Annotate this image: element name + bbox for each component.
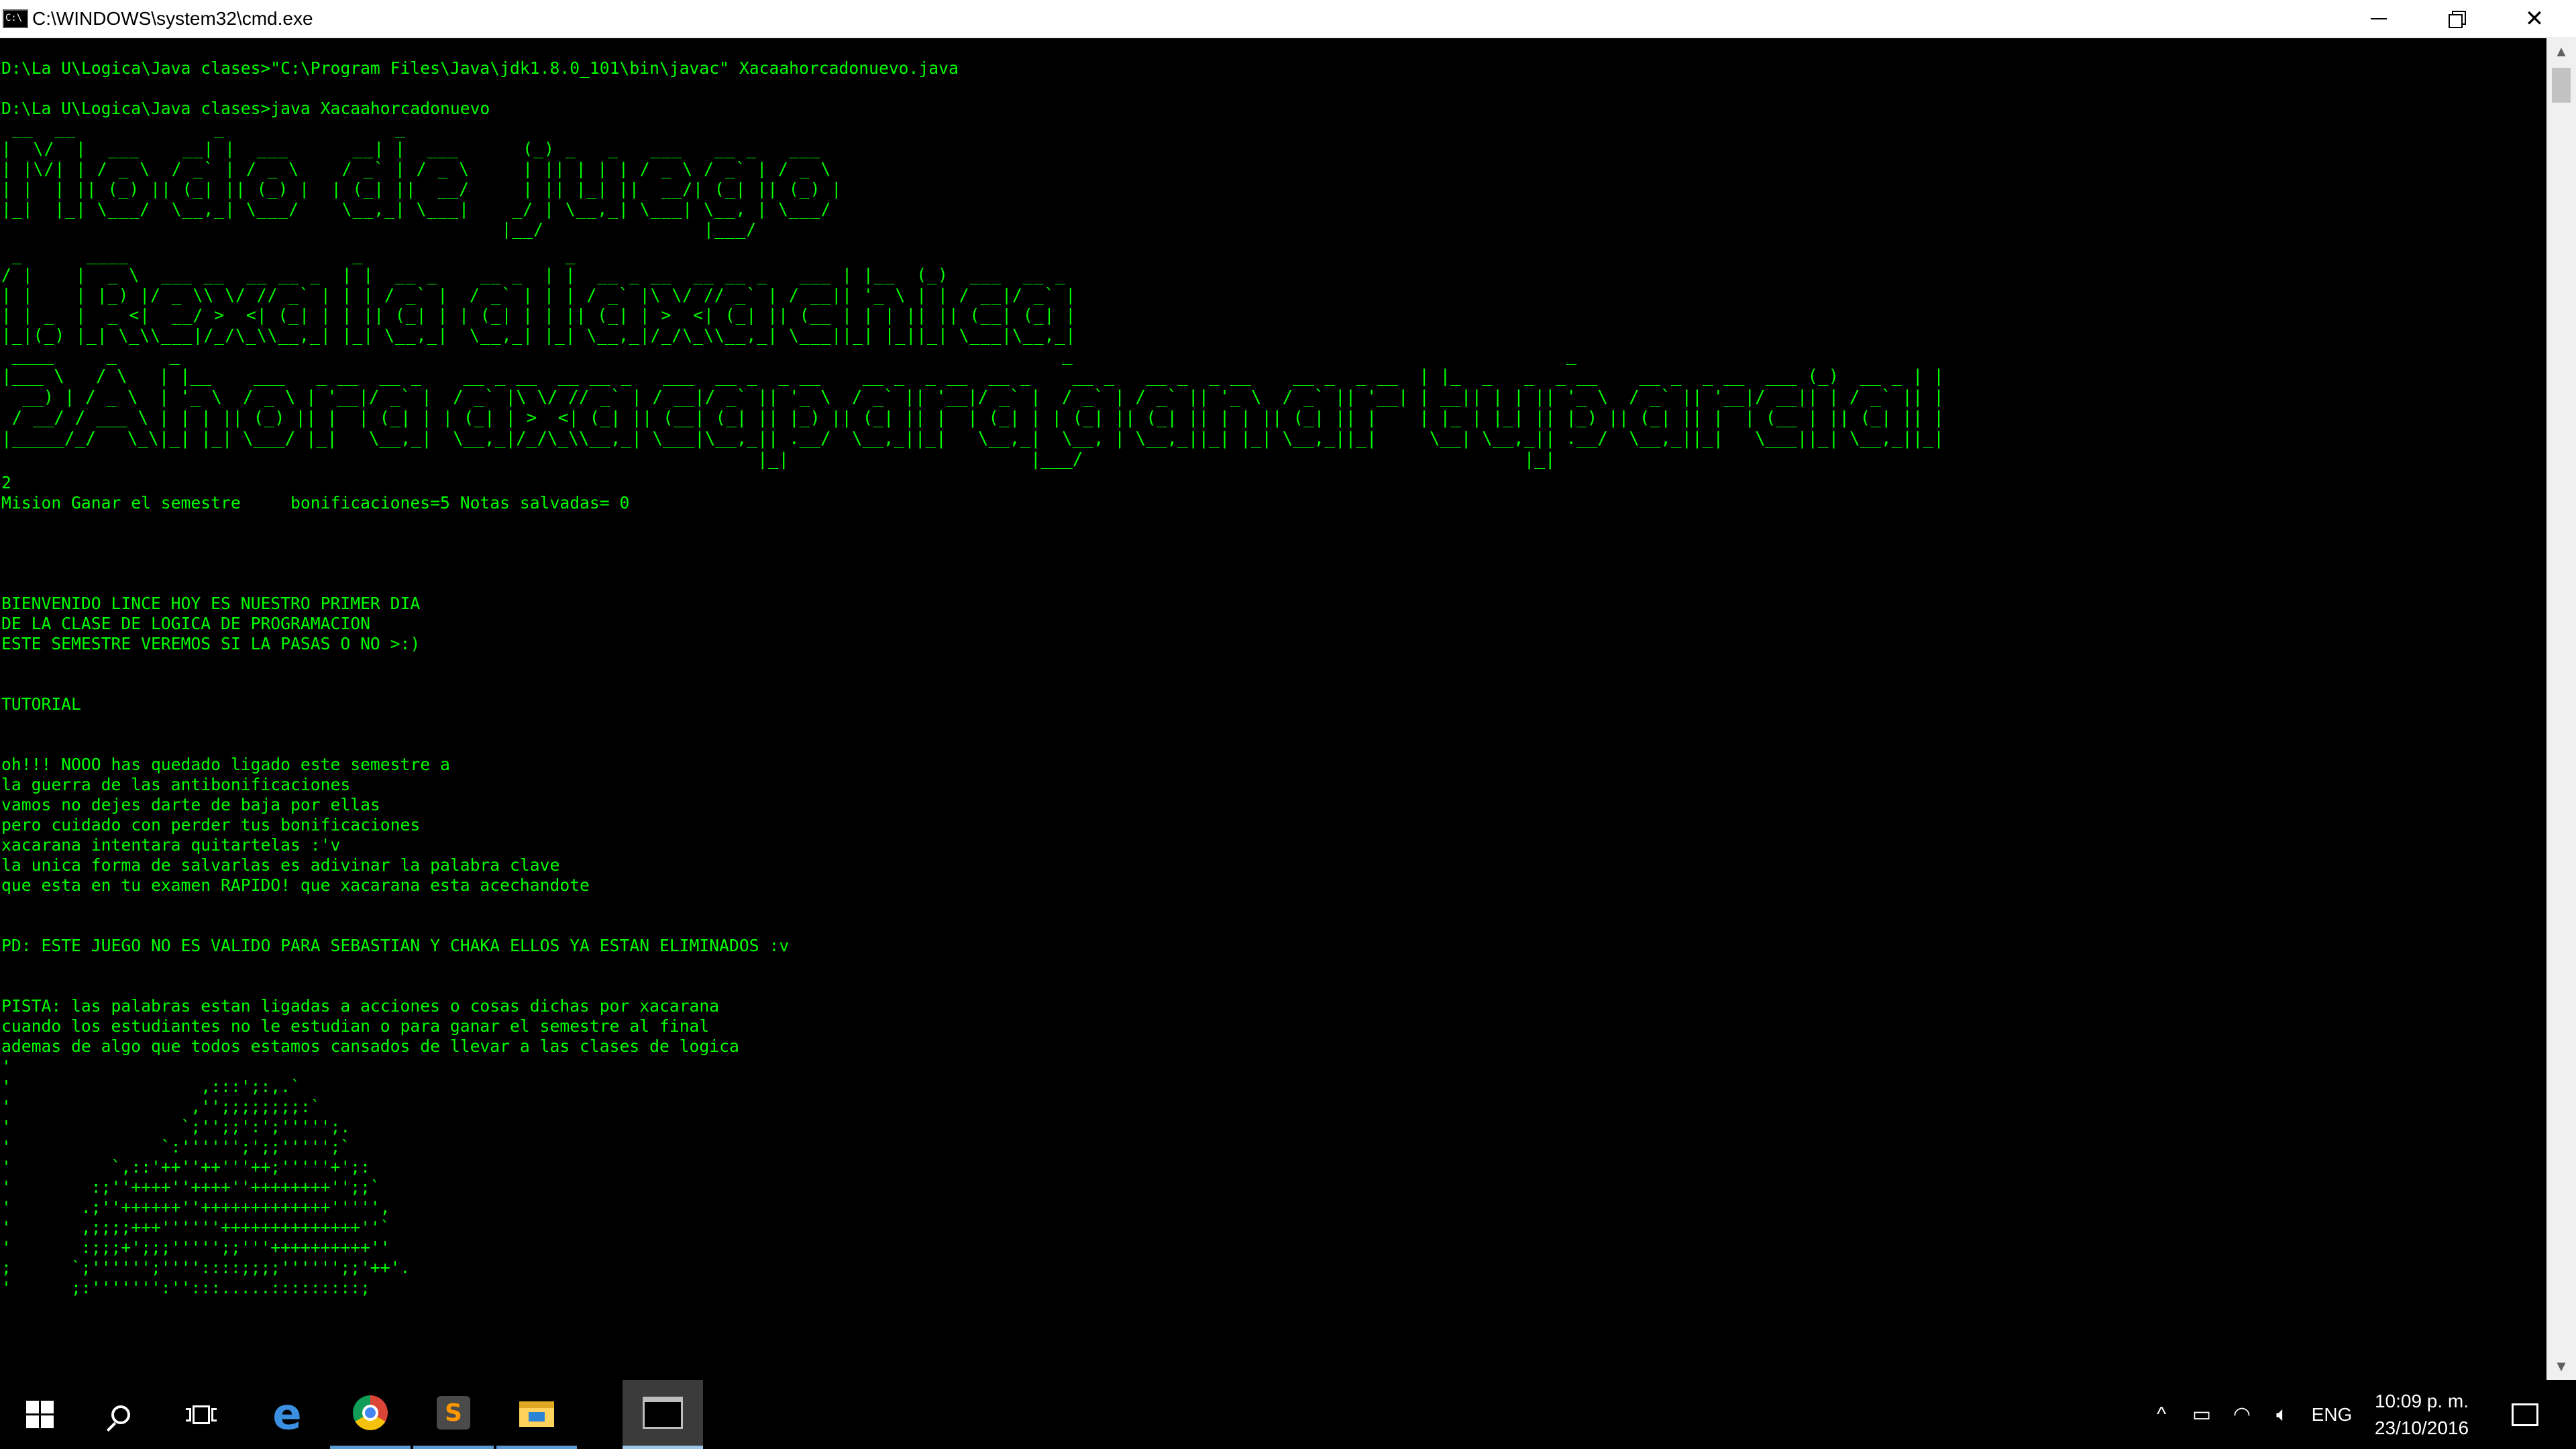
- close-icon: ✕: [2524, 5, 2544, 32]
- clock[interactable]: 10:09 p. m. 23/10/2016: [2361, 1388, 2482, 1442]
- network-button[interactable]: ◠: [2222, 1380, 2262, 1449]
- chevron-up-icon: ^: [2156, 1403, 2167, 1426]
- windows-logo-icon: [26, 1400, 54, 1429]
- chevron-down-icon: ▼: [2554, 1358, 2569, 1375]
- taskbar: e S ^ ▭ ◠ 🔈︎ ENG 10:09 p. m. 23/10/2016: [0, 1380, 2576, 1449]
- close-button[interactable]: ✕: [2496, 0, 2573, 38]
- wifi-icon: ◠: [2233, 1403, 2251, 1426]
- console-ascii-art: ' ' ,:::';:,.` ' ,'';;;;;;;;:` ' `;'';;'…: [1, 1057, 411, 1297]
- scroll-down-button[interactable]: ▼: [2546, 1353, 2576, 1380]
- minimize-button[interactable]: [2340, 0, 2418, 38]
- taskbar-sublime-text[interactable]: S: [413, 1380, 494, 1449]
- battery-button[interactable]: ▭: [2182, 1380, 2222, 1449]
- show-hidden-icons-button[interactable]: ^: [2144, 1380, 2179, 1449]
- restore-icon: [2449, 11, 2466, 28]
- cmd-app-icon[interactable]: C:\: [3, 9, 28, 28]
- chrome-icon: [353, 1395, 388, 1430]
- volume-button[interactable]: 🔈︎: [2262, 1380, 2302, 1449]
- task-view-button[interactable]: [161, 1380, 241, 1449]
- language-indicator[interactable]: ENG: [2305, 1380, 2359, 1449]
- taskbar-file-explorer[interactable]: [496, 1380, 577, 1449]
- language-label: ENG: [2311, 1403, 2353, 1425]
- restore-button[interactable]: [2418, 0, 2496, 38]
- console-output[interactable]: D:\La U\Logica\Java clases>"C:\Program F…: [0, 38, 2546, 1380]
- speaker-icon: 🔈︎: [2276, 1403, 2288, 1426]
- start-button[interactable]: [0, 1380, 80, 1449]
- window-title-bar[interactable]: C:\ C:\WINDOWS\system32\cmd.exe ✕: [0, 0, 2576, 38]
- window-title: C:\WINDOWS\system32\cmd.exe: [32, 8, 313, 29]
- folder-icon: [519, 1399, 554, 1427]
- console-game-text: 2 Mision Ganar el semestre bonificacione…: [1, 473, 790, 1056]
- chevron-up-icon: ▲: [2554, 43, 2569, 60]
- banner-modo-de-juego: __ __ _ _ | \/ | ___ __| | ___ __| | ___…: [1, 119, 843, 239]
- search-button[interactable]: [80, 1380, 161, 1449]
- search-icon: [111, 1405, 130, 1424]
- edge-icon: e: [272, 1389, 302, 1440]
- banner-option-1: _ ____ _ _ / | | _ \ ___ __ __ __ _ | | …: [1, 245, 1077, 345]
- cmd-icon: [643, 1397, 683, 1429]
- scroll-up-button[interactable]: ▲: [2546, 38, 2576, 65]
- taskbar-edge[interactable]: e: [247, 1380, 327, 1449]
- taskbar-cmd[interactable]: [623, 1380, 703, 1449]
- console-commands: D:\La U\Logica\Java clases>"C:\Program F…: [1, 58, 959, 118]
- minimize-icon: [2371, 18, 2387, 19]
- vertical-scrollbar[interactable]: ▲ ▼: [2546, 38, 2576, 1380]
- notification-icon: [2512, 1403, 2538, 1426]
- clock-time: 10:09 p. m.: [2374, 1391, 2469, 1411]
- banner-option-2: ____ _ _ _ _ |___ \ / \ | |__ ___ _ __ _…: [1, 345, 1944, 470]
- taskbar-chrome[interactable]: [330, 1380, 411, 1449]
- task-view-icon: [186, 1401, 217, 1428]
- scroll-thumb[interactable]: [2552, 68, 2571, 103]
- clock-date: 23/10/2016: [2374, 1417, 2469, 1438]
- action-center-button[interactable]: [2490, 1380, 2560, 1449]
- battery-icon: ▭: [2192, 1403, 2212, 1426]
- sublime-icon: S: [437, 1396, 470, 1430]
